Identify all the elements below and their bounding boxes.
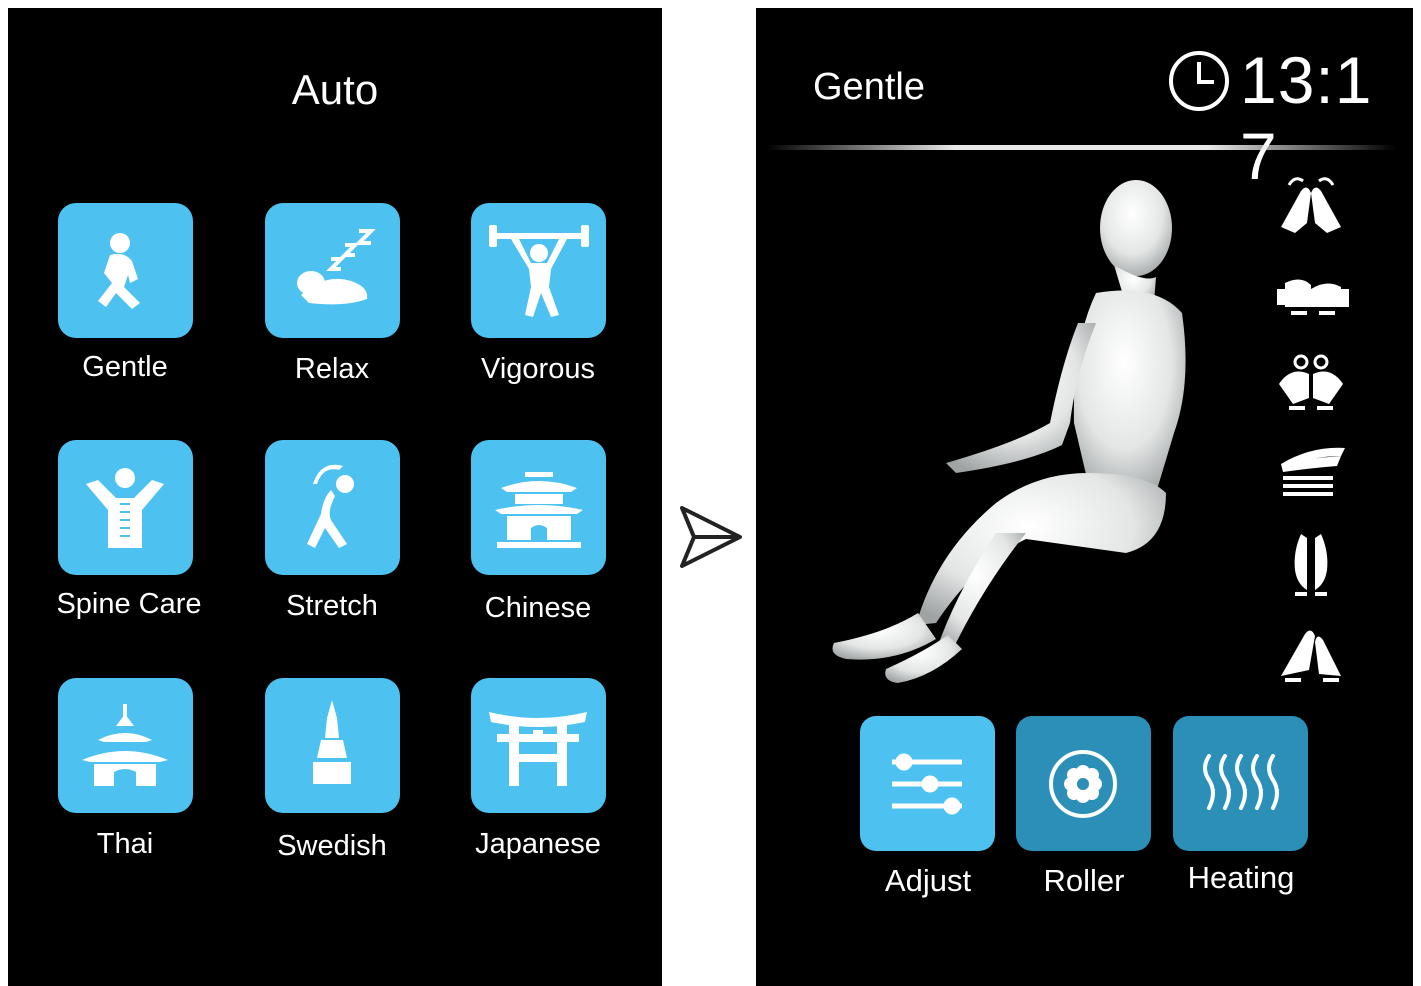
program-japanese-button[interactable]	[471, 678, 606, 813]
program-gentle-button[interactable]	[58, 203, 193, 338]
body-figure-image	[832, 180, 1186, 683]
program-thai-label: Thai	[96, 828, 154, 860]
clock-icon	[1169, 51, 1229, 111]
program-chinese-button[interactable]	[471, 440, 606, 575]
knock-icon[interactable]	[1271, 618, 1351, 688]
weightlifter-icon	[489, 225, 589, 317]
program-vigorous-label: Vigorous	[481, 353, 595, 385]
thai-temple-icon	[82, 704, 168, 786]
program-swedish-button[interactable]	[265, 678, 400, 813]
arrow-right-icon	[680, 506, 742, 568]
program-spine-care-button[interactable]	[58, 440, 193, 575]
roll-icon[interactable]	[1271, 438, 1351, 508]
current-mode-title: Gentle	[813, 66, 925, 108]
sliders-icon	[892, 753, 962, 815]
shiatsu-icon[interactable]	[1271, 348, 1351, 418]
adjust-label: Adjust	[884, 863, 972, 898]
roller-label: Roller	[1043, 863, 1125, 898]
chinese-temple-icon	[495, 472, 583, 548]
program-thai-button[interactable]	[58, 678, 193, 813]
sleeping-icon	[297, 229, 376, 305]
knead-icon[interactable]	[1271, 171, 1351, 241]
adjust-button[interactable]	[860, 716, 995, 851]
program-spine-care-label: Spine Care	[56, 588, 202, 620]
torii-gate-icon	[489, 712, 587, 786]
program-stretch-label: Stretch	[286, 590, 378, 622]
program-relax-button[interactable]	[265, 203, 400, 338]
swedish-tower-icon	[313, 700, 351, 784]
roller-button[interactable]	[1016, 716, 1151, 851]
program-chinese-label: Chinese	[484, 592, 592, 624]
running-screen: Gentle 13:1 7 Adjust Roller Heating	[756, 8, 1413, 986]
clap-icon[interactable]	[1271, 528, 1351, 598]
program-japanese-label: Japanese	[475, 828, 601, 860]
heating-button[interactable]	[1173, 716, 1308, 851]
program-stretch-button[interactable]	[265, 440, 400, 575]
program-gentle-label: Gentle	[82, 351, 168, 383]
program-relax-label: Relax	[294, 353, 370, 385]
auto-screen: Auto Gentle Relax Vigorous Spine Care St…	[8, 8, 662, 986]
program-swedish-label: Swedish	[277, 830, 387, 862]
stretch-icon	[307, 464, 354, 548]
heating-icon	[1203, 754, 1279, 810]
spine-icon	[86, 468, 164, 548]
program-vigorous-button[interactable]	[471, 203, 606, 338]
heating-label: Heating	[1187, 860, 1295, 895]
roller-icon	[1049, 750, 1117, 818]
gentle-person-icon	[98, 233, 140, 309]
tap-icon[interactable]	[1271, 261, 1351, 331]
header-divider	[766, 145, 1396, 150]
screen-title: Auto	[291, 66, 379, 113]
